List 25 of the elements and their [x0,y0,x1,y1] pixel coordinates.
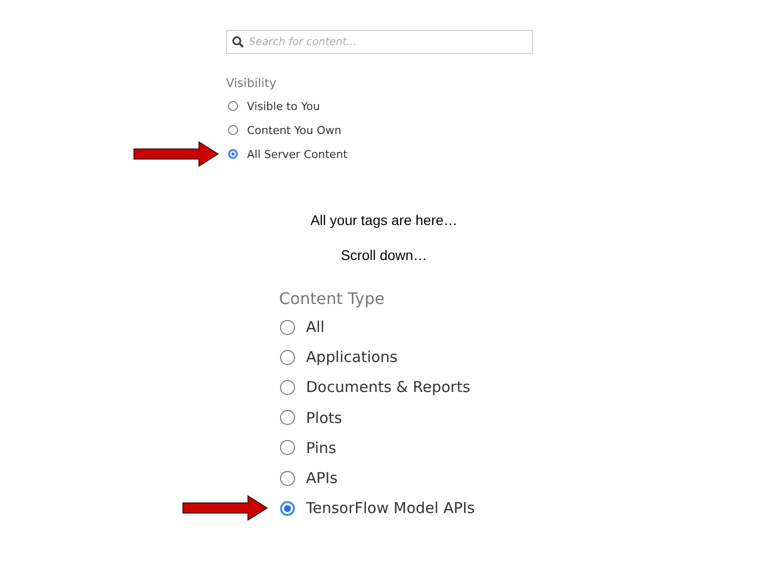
option-label[interactable]: Visible to You [247,100,320,112]
note-text: Scroll down… [340,247,428,263]
radio-button[interactable] [280,440,295,456]
radio-button[interactable] [280,380,295,395]
radio-button[interactable] [228,101,238,111]
search-field[interactable]: Search for content... [226,30,533,54]
option-label[interactable]: Documents & Reports [306,378,470,396]
option-label[interactable]: Content You Own [247,124,342,136]
option-label[interactable]: Applications [306,348,398,366]
option-label[interactable]: All [306,318,325,336]
option-label[interactable]: Pins [306,438,336,457]
radio-button[interactable] [228,125,238,135]
radio-button[interactable] [280,470,295,486]
note-text: All your tags are here… [309,212,459,228]
radio-button[interactable] [280,350,295,365]
option-label[interactable]: TensorFlow Model APIs [306,499,475,518]
option-label[interactable]: APIs [306,469,338,488]
radio-button[interactable] [228,149,238,159]
section-heading: Content Type [279,289,384,308]
section-heading: Visibility [226,76,276,90]
option-label[interactable]: Plots [306,408,342,427]
radio-button[interactable] [280,410,295,426]
radio-button[interactable] [280,320,295,335]
option-label[interactable]: All Server Content [247,148,348,160]
radio-button[interactable] [280,500,295,516]
